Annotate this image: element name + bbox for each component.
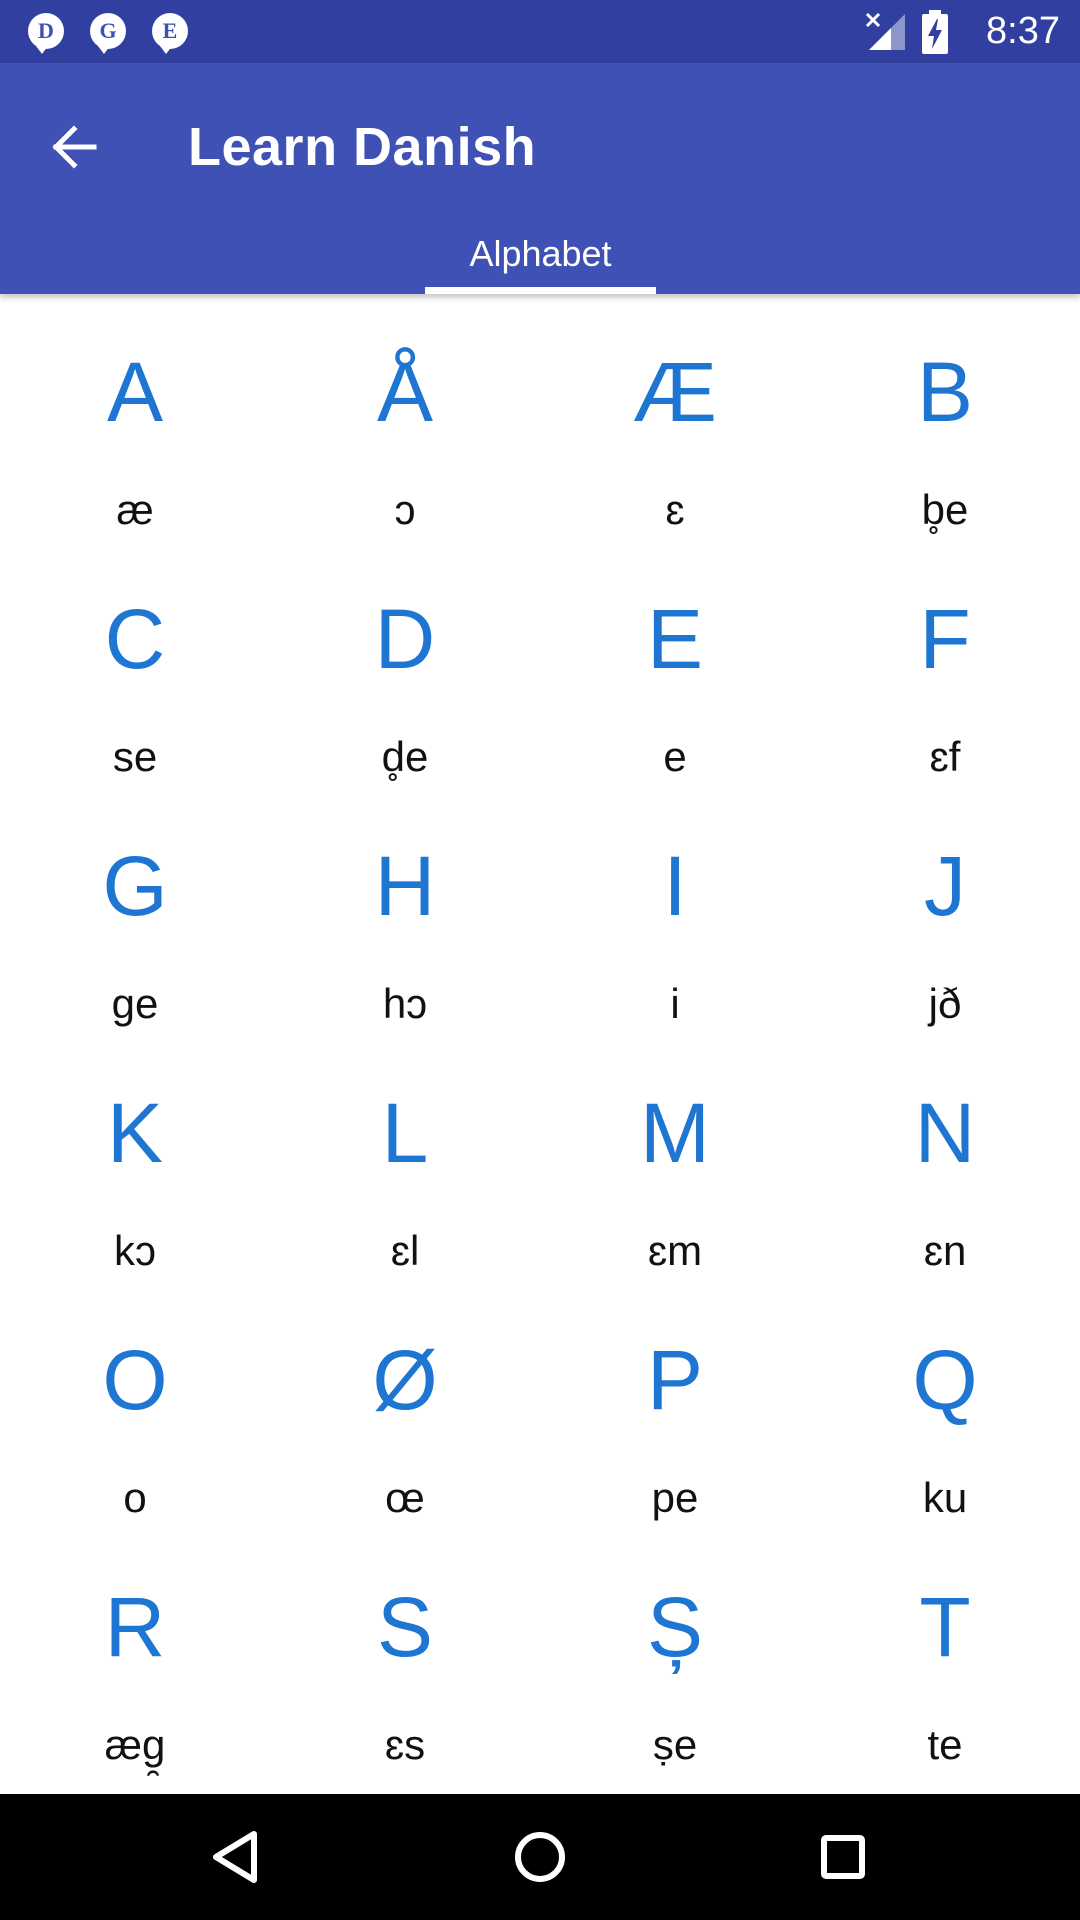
letter-card[interactable]: Șṣe (540, 1529, 810, 1776)
letter-card[interactable]: Lɛl (270, 1035, 540, 1282)
letter-glyph: P (646, 1333, 704, 1427)
letter-glyph: Ș (646, 1580, 704, 1674)
letter-pronunciation: jð (928, 980, 962, 1027)
letter-pronunciation: b̥e (921, 486, 969, 533)
letter-pronunciation: te (927, 1721, 963, 1768)
letter-pronunciation: e (663, 733, 687, 780)
letter-card[interactable]: Ii (540, 788, 810, 1035)
letter-pronunciation: ɛs (384, 1721, 426, 1768)
letter-pronunciation: æ (116, 486, 154, 533)
letter-pronunciation: ɔ (394, 486, 416, 533)
letter-card[interactable]: Mɛm (540, 1035, 810, 1282)
letter-glyph: L (381, 1086, 429, 1180)
letter-pronunciation: ɛm (647, 1227, 703, 1274)
letter-glyph: H (374, 839, 436, 933)
letter-card[interactable]: Åɔ (270, 294, 540, 541)
letter-glyph: I (663, 839, 687, 933)
notification-g-icon: G (90, 13, 126, 54)
notification-e-icon: E (152, 13, 188, 54)
alphabet-grid: Aæ Åɔ Æɛ Bb̥e Cse Dd̥e Ee Fɛf Gge Hhɔ Ii Jjð Kkɔ Lɛl M… (0, 294, 1080, 1794)
letter-glyph: Æ (633, 345, 717, 439)
letter-card[interactable]: Ppe (540, 1282, 810, 1529)
letter-glyph: C (104, 592, 166, 686)
letter-glyph: B (916, 345, 974, 439)
letter-card[interactable]: Fɛf (810, 541, 1080, 788)
nav-recents-button[interactable] (798, 1812, 888, 1902)
letter-card[interactable]: Ee (540, 541, 810, 788)
letter-pronunciation: ɛn (923, 1227, 967, 1274)
letter-card[interactable]: Øœ (270, 1282, 540, 1529)
letter-pronunciation: o (123, 1474, 147, 1521)
nav-home-button[interactable] (495, 1812, 585, 1902)
letter-pronunciation: ɛf (929, 733, 961, 780)
battery-charging-icon (922, 10, 948, 54)
letter-glyph: N (914, 1086, 976, 1180)
letter-card[interactable]: Nɛn (810, 1035, 1080, 1282)
letter-pronunciation: hɔ (382, 980, 428, 1027)
letter-glyph: O (102, 1333, 168, 1427)
letter-card[interactable]: Ræg̯ (0, 1529, 270, 1776)
tab-label: Alphabet (469, 233, 612, 274)
letter-glyph: J (924, 839, 966, 933)
letter-card[interactable]: Bb̥e (810, 294, 1080, 541)
letter-card[interactable]: Æɛ (540, 294, 810, 541)
app-bar: Learn Danish Alphabet (0, 63, 1080, 294)
letter-glyph: G (102, 839, 168, 933)
status-indicators: 8:37 (860, 0, 1080, 63)
letter-pronunciation: ɛl (390, 1227, 420, 1274)
letter-glyph: S (376, 1580, 434, 1674)
nav-recents-square-icon (821, 1835, 865, 1879)
nav-back-button[interactable] (192, 1812, 282, 1902)
letter-pronunciation: ṣe (652, 1721, 698, 1768)
letter-card[interactable]: Jjð (810, 788, 1080, 1035)
letter-glyph: E (646, 592, 704, 686)
letter-glyph: D (374, 592, 436, 686)
no-signal-icon (865, 12, 905, 50)
nav-home-circle-icon (515, 1832, 565, 1882)
letter-glyph: Ø (372, 1333, 438, 1427)
letter-glyph: R (104, 1580, 166, 1674)
letter-card[interactable]: Kkɔ (0, 1035, 270, 1282)
letter-card[interactable]: Sɛs (270, 1529, 540, 1776)
letter-pronunciation: ku (922, 1474, 968, 1521)
letter-pronunciation: pe (651, 1474, 699, 1521)
letter-pronunciation: kɔ (114, 1227, 156, 1274)
letter-glyph: Q (912, 1333, 978, 1427)
letter-glyph: Å (376, 345, 434, 439)
letter-pronunciation: ge (111, 980, 159, 1027)
letter-pronunciation: d̥e (381, 733, 429, 780)
letter-glyph: T (919, 1580, 971, 1674)
navigation-bar (0, 1794, 1080, 1920)
letter-glyph: F (919, 592, 971, 686)
back-button[interactable] (30, 103, 118, 191)
letter-card[interactable]: Tte (810, 1529, 1080, 1776)
letter-card[interactable]: Hhɔ (270, 788, 540, 1035)
letter-card[interactable]: Aæ (0, 294, 270, 541)
letter-card[interactable]: Qku (810, 1282, 1080, 1529)
letter-pronunciation: ɛ (665, 486, 685, 533)
letter-glyph: A (106, 345, 164, 439)
status-clock: 8:37 (986, 10, 1060, 52)
letter-pronunciation: se (112, 733, 158, 780)
letter-glyph: M (640, 1086, 710, 1180)
tab-alphabet[interactable]: Alphabet (425, 228, 656, 294)
letter-pronunciation: œ (385, 1474, 425, 1521)
letter-pronunciation: æg̯ (104, 1721, 166, 1768)
letter-card[interactable]: Oo (0, 1282, 270, 1529)
letter-card[interactable]: Dd̥e (270, 541, 540, 788)
tab-indicator (425, 287, 656, 294)
page-title: Learn Danish (188, 117, 537, 177)
notification-d-icon: D (28, 13, 64, 54)
arrow-back-icon (52, 125, 97, 169)
nav-back-triangle-icon (213, 1831, 257, 1883)
letter-glyph: K (106, 1086, 164, 1180)
letter-card[interactable]: Cse (0, 541, 270, 788)
letter-card[interactable]: Gge (0, 788, 270, 1035)
status-bar: D G E 8:37 (0, 0, 1080, 63)
letter-pronunciation: i (670, 980, 680, 1027)
